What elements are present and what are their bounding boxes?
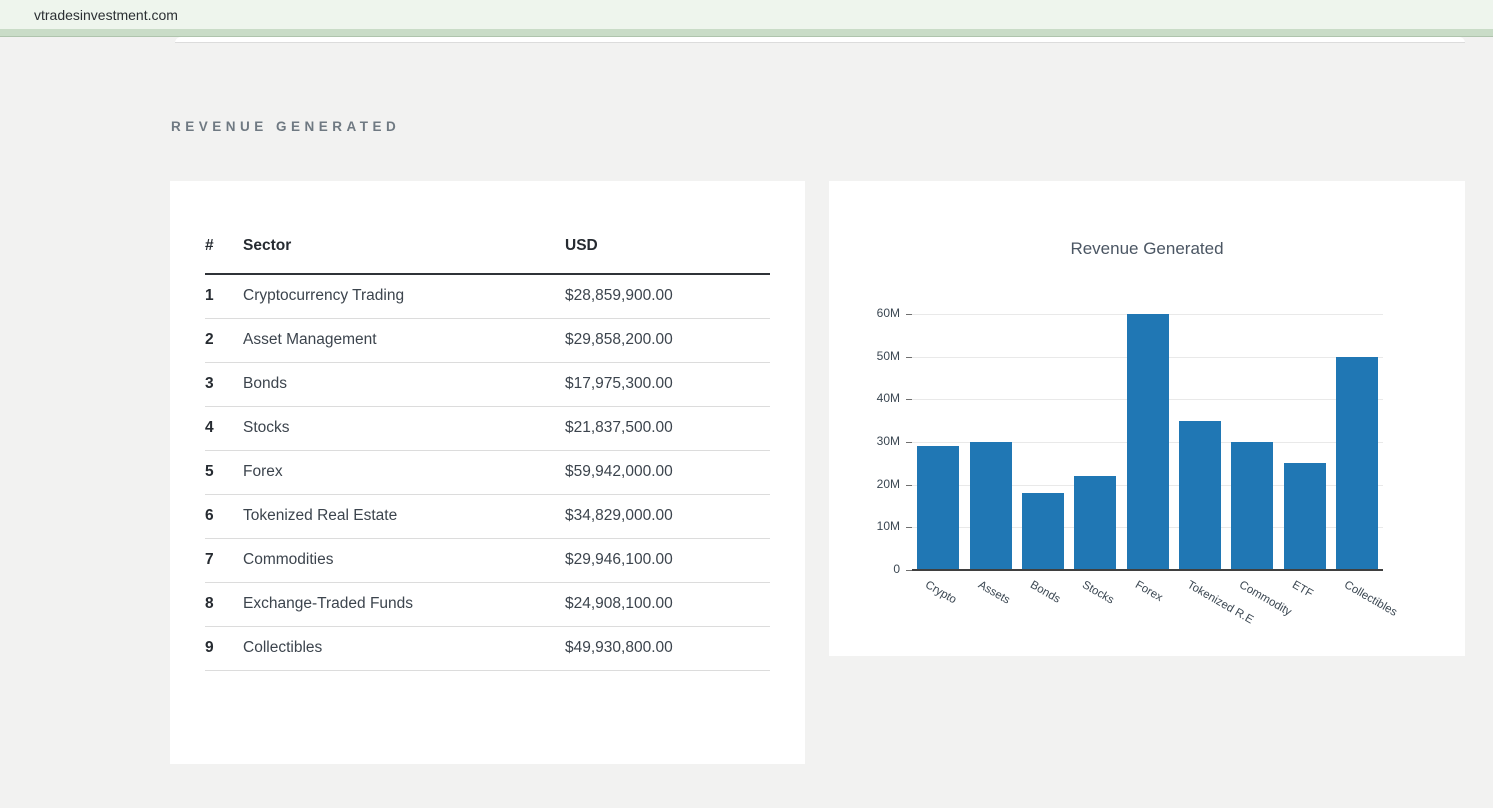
bar-forex[interactable] <box>1127 314 1169 570</box>
cell-usd: $29,858,200.00 <box>565 319 770 363</box>
cell-num: 8 <box>205 583 243 627</box>
chart-title: Revenue Generated <box>829 239 1465 259</box>
table-row: 2Asset Management$29,858,200.00 <box>205 319 770 363</box>
table-row: 7Commodities$29,946,100.00 <box>205 539 770 583</box>
bar-crypto[interactable] <box>917 446 959 570</box>
cell-sector: Tokenized Real Estate <box>243 495 565 539</box>
cell-usd: $59,942,000.00 <box>565 451 770 495</box>
y-tick-label: 10M <box>856 519 900 533</box>
bar-commodity[interactable] <box>1231 442 1273 570</box>
cell-usd: $21,837,500.00 <box>565 407 770 451</box>
content-panel-top-edge <box>175 37 1465 43</box>
table-row: 6Tokenized Real Estate$34,829,000.00 <box>205 495 770 539</box>
cell-sector: Exchange-Traded Funds <box>243 583 565 627</box>
cell-num: 1 <box>205 274 243 319</box>
revenue-table-body: 1Cryptocurrency Trading$28,859,900.002As… <box>205 274 770 671</box>
bar-stocks[interactable] <box>1074 476 1116 570</box>
bar-chart-plot-area: 010M20M30M40M50M60MCryptoAssetsBondsStoc… <box>912 314 1383 570</box>
y-tick-mark <box>906 442 912 443</box>
bar-tokenized-r-e[interactable] <box>1179 421 1221 570</box>
x-tick-label: Crypto <box>923 579 958 606</box>
bar-collectibles[interactable] <box>1336 357 1378 570</box>
y-tick-mark <box>906 399 912 400</box>
x-tick-label: ETF <box>1290 579 1315 600</box>
cell-num: 6 <box>205 495 243 539</box>
y-tick-label: 50M <box>856 349 900 363</box>
cell-num: 3 <box>205 363 243 407</box>
cell-sector: Forex <box>243 451 565 495</box>
cell-usd: $29,946,100.00 <box>565 539 770 583</box>
cell-sector: Cryptocurrency Trading <box>243 274 565 319</box>
cell-num: 9 <box>205 627 243 671</box>
y-tick-mark <box>906 357 912 358</box>
header-accent-strip <box>0 29 1493 37</box>
x-tick-label: Assets <box>976 579 1012 607</box>
cell-usd: $17,975,300.00 <box>565 363 770 407</box>
table-row: 4Stocks$21,837,500.00 <box>205 407 770 451</box>
column-header-sector: Sector <box>243 237 565 274</box>
y-tick-mark <box>906 527 912 528</box>
revenue-table: # Sector USD 1Cryptocurrency Trading$28,… <box>205 237 770 671</box>
table-row: 5Forex$59,942,000.00 <box>205 451 770 495</box>
x-axis-line <box>912 569 1383 571</box>
bar-assets[interactable] <box>970 442 1012 570</box>
y-tick-mark <box>906 485 912 486</box>
y-tick-label: 60M <box>856 306 900 320</box>
cell-sector: Bonds <box>243 363 565 407</box>
cell-usd: $49,930,800.00 <box>565 627 770 671</box>
x-tick-label: Stocks <box>1080 579 1116 607</box>
browser-url[interactable]: vtradesinvestment.com <box>34 7 178 23</box>
y-tick-label: 30M <box>856 434 900 448</box>
cell-num: 4 <box>205 407 243 451</box>
cell-usd: $24,908,100.00 <box>565 583 770 627</box>
revenue-table-header: # Sector USD <box>205 237 770 274</box>
x-tick-label: Collectibles <box>1342 579 1399 619</box>
table-row: 8Exchange-Traded Funds$24,908,100.00 <box>205 583 770 627</box>
y-tick-label: 20M <box>856 477 900 491</box>
x-tick-label: Bonds <box>1028 579 1062 606</box>
bar-etf[interactable] <box>1284 463 1326 570</box>
cell-sector: Commodities <box>243 539 565 583</box>
section-title: REVENUE GENERATED <box>171 119 1493 134</box>
cell-num: 7 <box>205 539 243 583</box>
cell-num: 5 <box>205 451 243 495</box>
content-cards: # Sector USD 1Cryptocurrency Trading$28,… <box>170 181 1493 764</box>
cell-usd: $28,859,900.00 <box>565 274 770 319</box>
bar-bonds[interactable] <box>1022 493 1064 570</box>
table-row: 1Cryptocurrency Trading$28,859,900.00 <box>205 274 770 319</box>
revenue-chart-card: Revenue Generated 010M20M30M40M50M60MCry… <box>829 181 1465 656</box>
y-tick-label: 0 <box>856 562 900 576</box>
table-row: 3Bonds$17,975,300.00 <box>205 363 770 407</box>
cell-num: 2 <box>205 319 243 363</box>
table-row: 9Collectibles$49,930,800.00 <box>205 627 770 671</box>
revenue-table-card: # Sector USD 1Cryptocurrency Trading$28,… <box>170 181 805 764</box>
column-header-num: # <box>205 237 243 274</box>
cell-sector: Collectibles <box>243 627 565 671</box>
y-tick-label: 40M <box>856 391 900 405</box>
cell-sector: Asset Management <box>243 319 565 363</box>
x-tick-label: Forex <box>1133 579 1164 604</box>
column-header-usd: USD <box>565 237 770 274</box>
y-tick-mark <box>906 314 912 315</box>
browser-url-bar[interactable]: vtradesinvestment.com <box>0 0 1493 29</box>
cell-sector: Stocks <box>243 407 565 451</box>
cell-usd: $34,829,000.00 <box>565 495 770 539</box>
